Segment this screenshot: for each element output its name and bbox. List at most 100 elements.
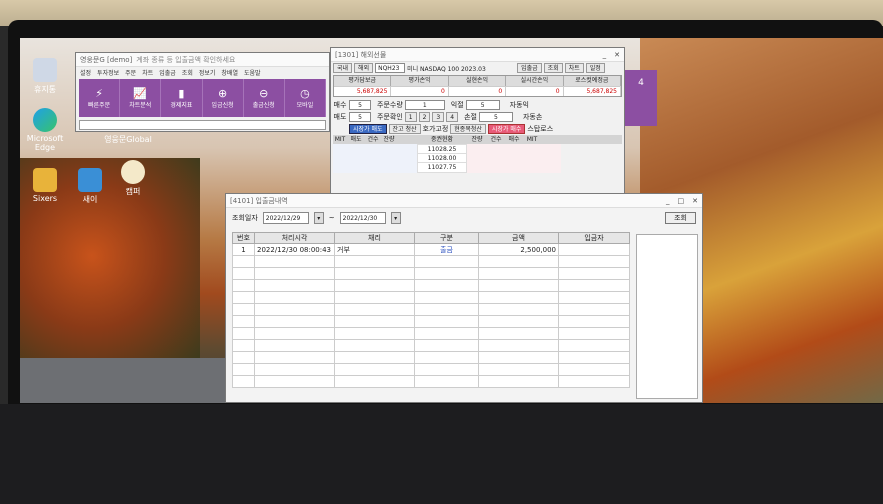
stop-loss-check[interactable]: 스탑로스 <box>527 124 553 134</box>
menu-invest-info[interactable]: 투자정보 <box>97 68 119 77</box>
table-row <box>232 267 630 280</box>
step-3-button[interactable]: 3 <box>432 112 445 122</box>
buy-qty-input[interactable]: 5 <box>349 100 371 110</box>
clock-icon: ◷ <box>300 87 310 100</box>
monitor-icon <box>78 168 102 192</box>
table-row[interactable]: 1 2022/12/30 08:00:43 거부 출금 2,500,000 <box>232 243 630 256</box>
date-label: 조회일자 <box>232 214 258 222</box>
column-header[interactable]: 처리시각 <box>254 232 335 244</box>
orderbook-row[interactable]: 11028.25 <box>333 144 622 155</box>
market-sell-button[interactable]: 시장가 매도 <box>349 124 387 134</box>
date-to-picker-icon[interactable]: ▾ <box>390 212 401 224</box>
launcher-window: 영웅문G [demo] 계좌 종류 등 입출금액 확인하세요 설정 투자정보 주… <box>75 52 330 132</box>
date-from-input[interactable]: 2022/12/29 <box>262 212 309 224</box>
menu-order[interactable]: 주문 <box>125 68 136 77</box>
account-summary: 평가담보금 평가손익 실현손익 실시간손익 로스컷예정금 5,687,825 0… <box>333 75 622 97</box>
minimize-icon[interactable]: _ <box>603 51 607 59</box>
menu-deposit[interactable]: 입출금 <box>159 68 176 77</box>
inquiry-button[interactable]: 조회 <box>543 63 563 73</box>
chart-icon: 📈 <box>133 87 148 100</box>
table-row <box>232 255 630 268</box>
menu-inquiry[interactable]: 조회 <box>182 68 193 77</box>
sell-qty-input[interactable]: 5 <box>349 112 371 122</box>
summary-value: 0 <box>506 86 564 96</box>
query-button[interactable]: 조회 <box>665 212 696 224</box>
close-icon[interactable]: ✕ <box>614 51 620 59</box>
deposit-history-window: [4101] 입출금내역 _ □ ✕ 조회일자 2022/12/29 ▾ ~ 202… <box>225 193 703 403</box>
quick-order-button[interactable]: ⚡ 빠른주문 <box>79 79 121 117</box>
table-row <box>232 339 630 352</box>
order-qty-label: 주문수량 <box>377 101 403 109</box>
edge-icon <box>33 108 57 132</box>
deposit-request-button[interactable]: ⊕ 입금신청 <box>203 79 244 117</box>
history-title: [4101] 입출금내역 <box>230 196 288 205</box>
date-to-input[interactable]: 2022/12/30 <box>339 212 386 224</box>
loss-label: 손절 <box>464 113 477 121</box>
launcher-menubar: 설정 투자정보 주문 차트 입출금 조회 정보기 창배열 도움말 <box>76 67 329 77</box>
column-header[interactable]: 번호 <box>232 232 255 244</box>
futures-order-window: [1301] 해외선물 _ ✕ 국내 해외 NQH23 미니 NASDAQ 100… <box>330 47 625 197</box>
column-header[interactable]: 입금자 <box>558 232 630 244</box>
wallpaper-road <box>20 358 240 403</box>
tab-overseas[interactable]: 해외 <box>354 63 374 73</box>
history-titlebar[interactable]: [4101] 입출금내역 _ □ ✕ <box>226 194 702 208</box>
step-1-button[interactable]: 1 <box>404 112 417 122</box>
close-icon[interactable]: ✕ <box>692 197 698 205</box>
column-header[interactable]: 채리 <box>334 232 415 244</box>
chart-analysis-button[interactable]: 📈 차트분석 <box>120 79 162 117</box>
menu-chart[interactable]: 차트 <box>142 68 153 77</box>
auto-loss-check[interactable]: 자동손 <box>523 112 542 122</box>
economic-indicator-button[interactable]: ▮ 경제지표 <box>161 79 203 117</box>
liquidate-balance-button[interactable]: 잔고 청산 <box>388 124 421 134</box>
maximize-icon[interactable]: □ <box>678 197 685 205</box>
menu-help[interactable]: 도움말 <box>244 68 261 77</box>
column-header[interactable]: 금액 <box>478 232 559 244</box>
summary-header: 실현손익 <box>448 76 507 86</box>
symbol-input[interactable]: NQH23 <box>375 63 406 73</box>
date-from-picker-icon[interactable]: ▾ <box>313 212 324 224</box>
desktop-icon-global[interactable]: 영웅문Global <box>100 134 156 145</box>
orderbook-row[interactable]: 11027.75 <box>333 162 622 173</box>
menu-info[interactable]: 정보기 <box>199 68 216 77</box>
summary-header: 실시간손익 <box>506 76 564 86</box>
summary-value: 5,687,825 <box>334 86 392 96</box>
trade-titlebar[interactable]: [1301] 해외선물 _ ✕ <box>331 48 624 62</box>
desktop-icon-camper[interactable]: 캠퍼 <box>105 160 161 197</box>
schedule-button[interactable]: 일정 <box>585 63 605 73</box>
orderbook-row[interactable]: 11028.00 <box>333 153 622 164</box>
step-2-button[interactable]: 2 <box>418 112 431 122</box>
deposit-button[interactable]: 입출금 <box>517 63 542 73</box>
profit-input[interactable]: 5 <box>465 100 500 110</box>
confirm-check[interactable]: 주문확인 <box>377 112 403 122</box>
order-qty-input[interactable]: 1 <box>404 100 445 110</box>
date-separator: ~ <box>328 214 335 222</box>
summary-value: 0 <box>448 86 507 96</box>
auto-profit-check[interactable]: 자동익 <box>510 100 529 110</box>
withdraw-request-button[interactable]: ⊖ 출금신청 <box>244 79 285 117</box>
table-row <box>232 291 630 304</box>
desktop-icon-recycle-bin[interactable]: 휴지통 <box>17 58 73 95</box>
trade-symbol-row: 국내 해외 NQH23 미니 NASDAQ 100 2023.03 입출금 조회… <box>331 62 624 74</box>
menu-window[interactable]: 창배열 <box>221 68 238 77</box>
plus-circle-icon: ⊕ <box>217 87 228 100</box>
launcher-input-bar[interactable] <box>79 120 326 130</box>
market-buy-button[interactable]: 시장가 매수 <box>487 124 526 134</box>
orderbook-header: MIT 매도 건수 잔량 중권현황 잔량 건수 매수 MIT <box>333 135 622 144</box>
minimize-icon[interactable]: _ <box>666 197 670 205</box>
side-tab[interactable]: 4 <box>625 70 657 126</box>
column-header[interactable]: 구분 <box>414 232 479 244</box>
chart-button[interactable]: 차트 <box>564 63 584 73</box>
menu-settings[interactable]: 설정 <box>80 68 91 77</box>
folder-icon <box>33 168 57 192</box>
desktop-icon-edge[interactable]: Microsoft Edge <box>17 108 73 152</box>
step-4-button[interactable]: 4 <box>446 112 459 122</box>
tab-domestic[interactable]: 국내 <box>333 63 353 73</box>
table-row <box>232 279 630 292</box>
mobile-button[interactable]: ◷ 모바일 <box>285 79 327 117</box>
summary-header: 평가손익 <box>391 76 449 86</box>
liquidate-current-button[interactable]: 현종목청산 <box>450 124 486 134</box>
launcher-titlebar[interactable]: 영웅문G [demo] 계좌 종류 등 입출금액 확인하세요 <box>76 53 329 67</box>
summary-value: 5,687,825 <box>563 86 621 96</box>
fix-quote-check[interactable]: 호가고정 <box>423 124 449 134</box>
loss-input[interactable]: 5 <box>478 112 513 122</box>
